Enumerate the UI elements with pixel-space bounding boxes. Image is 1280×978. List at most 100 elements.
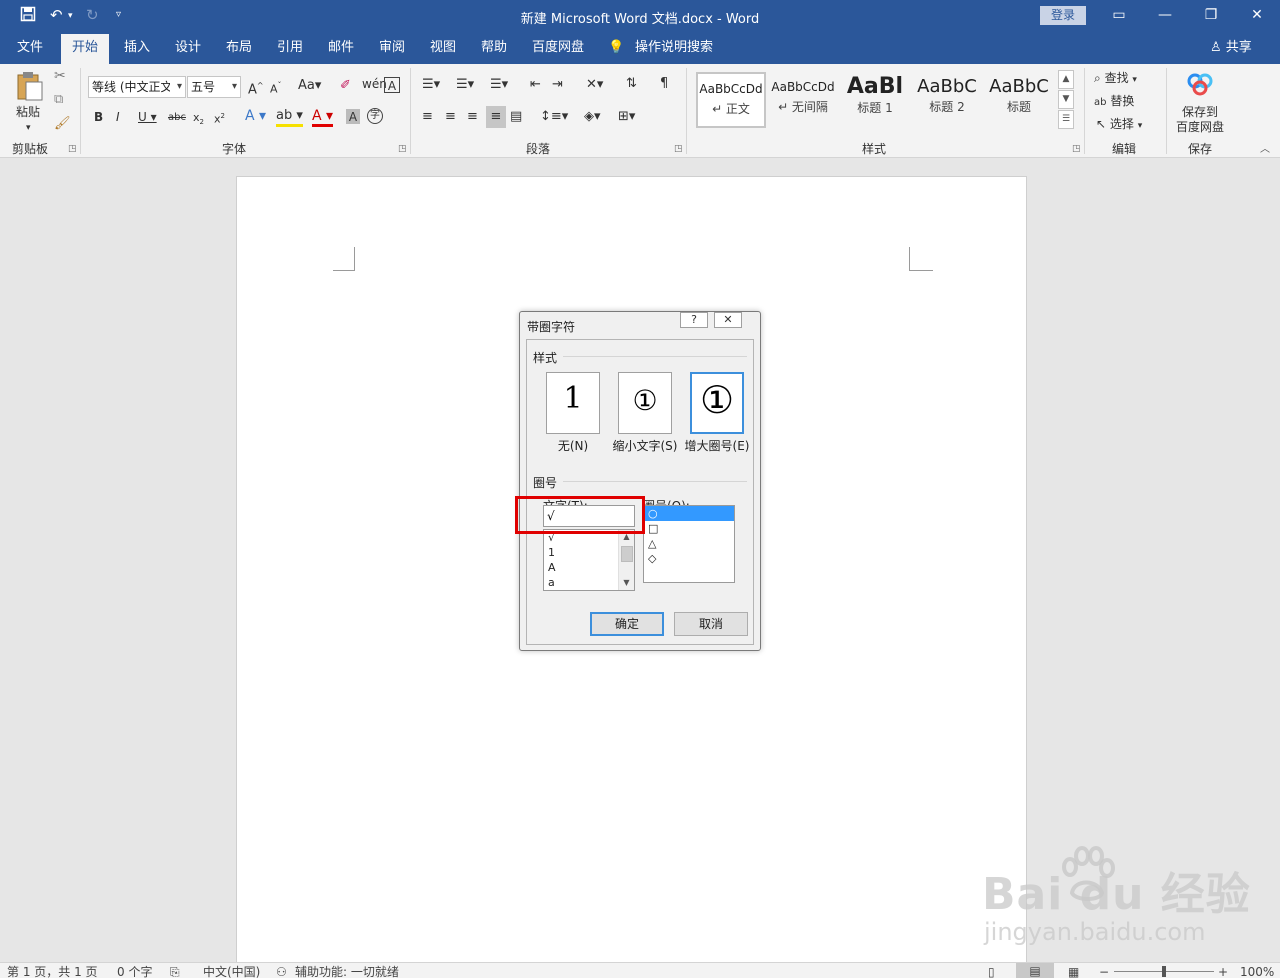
paste-button[interactable] — [14, 70, 46, 106]
tab-review[interactable]: 审阅 — [379, 32, 405, 64]
list-item[interactable]: □ — [644, 521, 734, 536]
accessibility-icon[interactable]: ⚇ — [276, 964, 287, 978]
enclose-characters-icon[interactable]: 字 — [367, 108, 383, 124]
tab-baidu-netdisk[interactable]: 百度网盘 — [532, 32, 584, 64]
listbox-scrollbar[interactable]: ▲ ▼ — [618, 530, 634, 590]
language-indicator[interactable]: 中文(中国) — [203, 964, 260, 978]
style-option-none[interactable]: 1 — [546, 372, 600, 434]
zoom-out-icon[interactable]: − — [1099, 964, 1109, 978]
accessibility-status[interactable]: 辅助功能: 一切就绪 — [295, 964, 399, 978]
minimize-button[interactable]: — — [1142, 4, 1188, 28]
gallery-scroll-down[interactable]: ▼ — [1058, 90, 1074, 109]
tell-me-search[interactable]: 操作说明搜索 — [635, 32, 713, 64]
font-launcher-icon[interactable]: ◳ — [398, 144, 407, 154]
gallery-scroll-up[interactable]: ▲ — [1058, 70, 1074, 89]
font-name-combo[interactable]: 等线 (中文正文) ▾ — [88, 76, 186, 98]
format-painter-icon[interactable]: 🖌 — [54, 116, 71, 132]
style-option-enlarge-symbol[interactable]: ① — [690, 372, 744, 434]
highlight-color-icon[interactable]: ab ▾ — [276, 108, 303, 127]
paste-dropdown-icon[interactable]: ▾ — [26, 120, 31, 136]
style-heading-1[interactable]: AaBl 标题 1 — [840, 72, 910, 128]
align-right-icon[interactable]: ≡ — [467, 109, 478, 125]
styles-launcher-icon[interactable]: ◳ — [1072, 144, 1081, 154]
zoom-slider-thumb[interactable] — [1162, 966, 1166, 977]
read-mode-icon[interactable]: ▯ — [988, 964, 995, 978]
help-button[interactable]: ? — [680, 312, 708, 328]
subscript-icon[interactable]: x2 — [193, 110, 204, 130]
tab-layout[interactable]: 布局 — [226, 32, 252, 64]
paragraph-launcher-icon[interactable]: ◳ — [674, 144, 683, 154]
tab-insert[interactable]: 插入 — [124, 32, 150, 64]
ok-button[interactable]: 确定 — [590, 612, 664, 636]
clear-formatting-icon[interactable]: ✐ — [340, 78, 351, 94]
style-title[interactable]: AaBbC 标题 — [984, 72, 1054, 128]
justify-icon[interactable]: ≡ — [486, 106, 506, 128]
tab-file[interactable]: 文件 — [17, 32, 43, 64]
login-button[interactable]: 登录 — [1040, 6, 1086, 25]
show-marks-icon[interactable]: ¶ — [660, 76, 668, 92]
style-option-shrink-text[interactable]: ① — [618, 372, 672, 434]
numbering-icon[interactable]: ☰▾ — [456, 77, 474, 93]
shrink-font-icon[interactable]: Aˇ — [270, 78, 282, 98]
character-border-icon[interactable]: A — [384, 77, 400, 93]
find-button[interactable]: ⌕ 查找 ▾ — [1094, 70, 1137, 88]
copy-icon[interactable]: ⧉ — [54, 92, 63, 108]
cut-icon[interactable]: ✂ — [54, 68, 66, 84]
clipboard-launcher-icon[interactable]: ◳ — [68, 144, 77, 154]
style-normal[interactable]: AaBbCcDd ↵ 正文 — [696, 72, 766, 128]
bullets-icon[interactable]: ☰▾ — [422, 77, 440, 93]
list-item[interactable]: ◇ — [644, 551, 734, 566]
line-spacing-icon[interactable]: ↕≡▾ — [540, 109, 568, 125]
superscript-icon[interactable]: x2 — [214, 108, 225, 128]
word-count[interactable]: 0 个字 — [117, 964, 152, 978]
text-listbox[interactable]: √ 1 A a ▲ ▼ — [543, 529, 635, 591]
align-left-icon[interactable]: ≡ — [422, 109, 433, 125]
style-heading-2[interactable]: AaBbC 标题 2 — [912, 72, 982, 128]
shading-icon[interactable]: ◈▾ — [584, 109, 601, 125]
tab-help[interactable]: 帮助 — [481, 32, 507, 64]
distributed-icon[interactable]: ▤ — [510, 109, 522, 125]
ribbon-display-options-icon[interactable]: ▭ — [1096, 4, 1142, 28]
strikethrough-icon[interactable]: abc — [168, 110, 186, 126]
italic-icon[interactable]: I — [116, 109, 120, 125]
character-shading-icon[interactable]: A — [346, 109, 360, 124]
share-button[interactable]: ♙ 共享 — [1210, 32, 1252, 64]
baidu-netdisk-icon[interactable] — [1186, 72, 1214, 100]
list-item[interactable]: △ — [644, 536, 734, 551]
cancel-button[interactable]: 取消 — [674, 612, 748, 636]
replace-button[interactable]: ab 替换 — [1094, 93, 1134, 111]
sort-icon[interactable]: ⇅ — [626, 76, 637, 92]
style-no-spacing[interactable]: AaBbCcDd ↵ 无间隔 — [768, 72, 838, 128]
font-size-combo[interactable]: 五号 ▾ — [187, 76, 241, 98]
dialog-close-button[interactable]: ✕ — [714, 312, 742, 328]
underline-icon[interactable]: U ▾ — [138, 109, 157, 125]
collapse-ribbon-icon[interactable]: ︿ — [1260, 142, 1270, 158]
tab-home[interactable]: 开始 — [61, 34, 110, 64]
multilevel-list-icon[interactable]: ☰▾ — [490, 77, 508, 93]
gallery-more[interactable]: ☰ — [1058, 110, 1074, 129]
scroll-down-icon[interactable]: ▼ — [619, 576, 634, 590]
page-count[interactable]: 第 1 页，共 1 页 — [7, 964, 98, 978]
zoom-in-icon[interactable]: + — [1218, 964, 1228, 978]
tab-references[interactable]: 引用 — [277, 32, 303, 64]
bold-icon[interactable]: B — [94, 109, 103, 125]
restore-button[interactable]: ❐ — [1188, 4, 1234, 28]
change-case-icon[interactable]: Aa▾ — [298, 78, 321, 94]
print-layout-icon[interactable]: ▤ — [1016, 963, 1054, 978]
chinese-layout-icon[interactable]: ✕▾ — [586, 77, 603, 93]
proofing-icon[interactable]: ⎘ — [170, 964, 180, 978]
tab-mailings[interactable]: 邮件 — [328, 32, 354, 64]
web-layout-icon[interactable]: ▦ — [1068, 964, 1079, 978]
close-button[interactable]: ✕ — [1234, 4, 1280, 28]
text-effects-icon[interactable]: A ▾ — [245, 108, 266, 124]
tab-design[interactable]: 设计 — [175, 32, 201, 64]
scroll-thumb[interactable] — [621, 546, 633, 562]
decrease-indent-icon[interactable]: ⇤ — [530, 77, 541, 93]
increase-indent-icon[interactable]: ⇥ — [552, 77, 563, 93]
tab-view[interactable]: 视图 — [430, 32, 456, 64]
circle-listbox[interactable]: ○ □ △ ◇ — [643, 505, 735, 583]
zoom-level[interactable]: 100% — [1240, 964, 1274, 978]
list-item[interactable]: ○ — [644, 506, 734, 521]
align-center-icon[interactable]: ≡ — [445, 109, 456, 125]
borders-icon[interactable]: ⊞▾ — [618, 109, 635, 125]
